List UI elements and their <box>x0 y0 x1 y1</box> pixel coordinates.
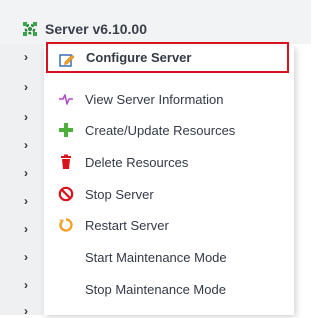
stop-icon <box>58 186 74 202</box>
pulse-icon <box>58 91 74 107</box>
menu-item-delete-resources[interactable]: Delete Resources <box>44 146 294 178</box>
menu-item-label: Create/Update Resources <box>85 122 236 138</box>
trash-icon <box>58 154 74 170</box>
menu-item-label: Stop Maintenance Mode <box>85 281 226 297</box>
menu-item-label: Restart Server <box>85 217 169 233</box>
restart-icon <box>58 217 74 233</box>
menu-item-restart-server[interactable]: Restart Server <box>44 209 294 241</box>
menu-item-label: Stop Server <box>85 186 154 202</box>
chevron-right-icon[interactable]: › <box>24 195 34 207</box>
menu-item-view-server-information[interactable]: View Server Information <box>44 83 294 115</box>
menu-item-stop-server[interactable]: Stop Server <box>44 178 294 210</box>
edit-icon <box>59 52 75 68</box>
chevron-right-icon[interactable]: › <box>24 111 34 123</box>
menu-item-configure-server[interactable]: Configure Server <box>46 42 289 73</box>
menu-item-label: Configure Server <box>86 50 192 65</box>
menu-item-label: Start Maintenance Mode <box>85 249 227 265</box>
tree-gutter <box>0 0 44 315</box>
chevron-right-icon[interactable]: › <box>24 139 34 151</box>
chevron-right-icon[interactable]: › <box>24 167 34 179</box>
menu-item-start-maintenance-mode[interactable]: Start Maintenance Mode <box>44 241 294 273</box>
plus-icon <box>58 122 74 138</box>
menu-item-stop-maintenance-mode[interactable]: Stop Maintenance Mode <box>44 273 294 305</box>
server-tree-header[interactable]: Server v6.10.00 <box>0 0 311 44</box>
chevron-right-icon[interactable]: › <box>24 223 34 235</box>
server-status-icon <box>22 21 38 37</box>
menu-item-label: View Server Information <box>85 91 224 107</box>
chevron-right-icon[interactable]: › <box>24 51 34 63</box>
chevron-right-icon[interactable]: › <box>24 81 34 93</box>
server-title: Server v6.10.00 <box>45 21 147 37</box>
chevron-right-icon[interactable]: › <box>24 279 34 291</box>
menu-item-label: Delete Resources <box>85 154 189 170</box>
menu-item-create-update-resources[interactable]: Create/Update Resources <box>44 114 294 146</box>
server-context-menu: Configure Server View Server Information… <box>44 42 294 315</box>
chevron-right-icon[interactable]: › <box>24 251 34 263</box>
